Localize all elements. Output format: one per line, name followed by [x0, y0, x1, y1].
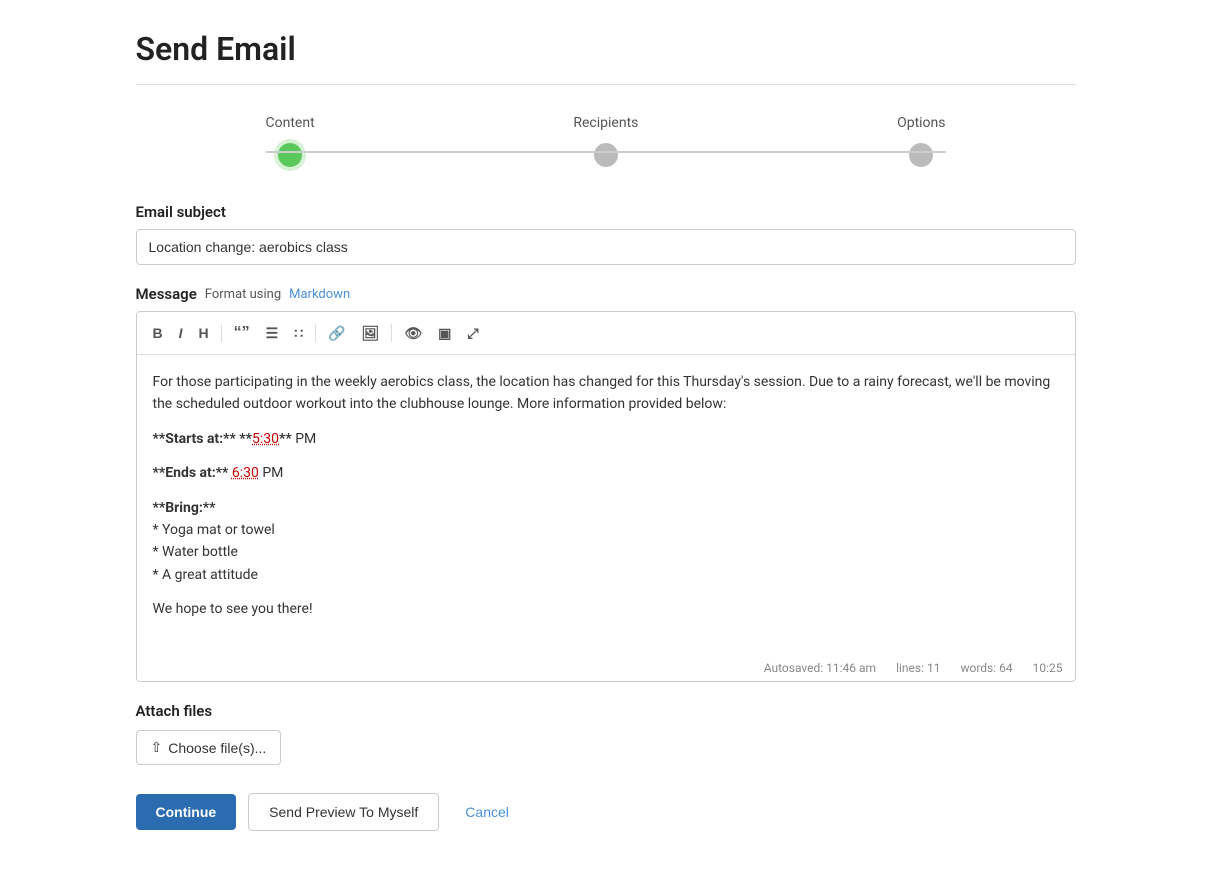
- email-subject-label: Email subject: [136, 203, 1076, 221]
- toolbar-split-button[interactable]: ▣: [432, 321, 457, 346]
- choose-files-label: Choose file(s)...: [168, 740, 266, 756]
- send-preview-button[interactable]: Send Preview To Myself: [248, 793, 439, 831]
- toolbar-italic-button[interactable]: I: [173, 321, 189, 345]
- step-options-dot: [909, 143, 933, 167]
- choose-files-button[interactable]: ⇧ Choose file(s)...: [136, 730, 282, 765]
- step-content-dot: [278, 143, 302, 167]
- step-content: Content: [266, 115, 315, 167]
- fullscreen-icon: ⤢: [467, 325, 478, 342]
- message-bring: **Bring:** * Yoga mat or towel * Water b…: [153, 497, 1059, 587]
- format-text: Format using: [205, 287, 281, 302]
- link-icon: 🔗: [328, 325, 345, 342]
- italic-icon: I: [179, 325, 183, 341]
- message-label: Message: [136, 285, 197, 303]
- toolbar-unordered-list-button[interactable]: ☰: [260, 321, 285, 346]
- toolbar-link-button[interactable]: 🔗: [322, 321, 351, 346]
- time-display: 10:25: [1033, 661, 1063, 675]
- toolbar-image-button[interactable]: 🖼: [356, 321, 386, 346]
- editor-body[interactable]: For those participating in the weekly ae…: [137, 355, 1075, 655]
- step-content-label: Content: [266, 115, 315, 131]
- preview-icon: 👁: [404, 325, 422, 342]
- toolbar-quote-button[interactable]: “”: [228, 320, 256, 346]
- toolbar-separator-1: [221, 324, 222, 342]
- markdown-link[interactable]: Markdown: [289, 287, 350, 302]
- step-options-label: Options: [897, 115, 945, 131]
- page-title: Send Email: [136, 30, 1076, 68]
- step-options: Options: [897, 115, 945, 167]
- split-icon: ▣: [438, 325, 451, 342]
- email-subject-input[interactable]: [136, 229, 1076, 265]
- editor-toolbar: B I H “” ☰ ∷ �: [137, 312, 1075, 355]
- step-recipients-label: Recipients: [573, 115, 638, 131]
- bold-icon: B: [153, 325, 163, 341]
- continue-button[interactable]: Continue: [136, 794, 237, 830]
- step-recipients: Recipients: [573, 115, 638, 167]
- stepper: Content Recipients Options: [136, 115, 1076, 167]
- message-ends-at: **Ends at:** 6:30 PM: [153, 462, 1059, 484]
- heading-icon: H: [199, 325, 209, 341]
- message-paragraph-1: For those participating in the weekly ae…: [153, 371, 1059, 416]
- message-section: Message Format using Markdown B I H “”: [136, 285, 1076, 682]
- toolbar-ordered-list-button[interactable]: ∷: [288, 321, 309, 346]
- editor-container: B I H “” ☰ ∷ �: [136, 311, 1076, 682]
- stepper-track: [266, 151, 946, 153]
- action-row: Continue Send Preview To Myself Cancel: [136, 793, 1076, 831]
- cancel-button[interactable]: Cancel: [451, 794, 523, 830]
- quote-icon: “”: [234, 324, 250, 342]
- toolbar-separator-3: [391, 324, 392, 342]
- words-count: words: 64: [960, 661, 1012, 675]
- toolbar-separator-2: [315, 324, 316, 342]
- editor-status-bar: Autosaved: 11:46 am lines: 11 words: 64 …: [137, 655, 1075, 681]
- upload-icon: ⇧: [151, 739, 163, 756]
- message-starts-at: **Starts at:** **5:30** PM: [153, 428, 1059, 450]
- unordered-list-icon: ☰: [266, 325, 279, 342]
- step-recipients-dot: [594, 143, 618, 167]
- attach-files-section: Attach files ⇧ Choose file(s)...: [136, 702, 1076, 765]
- message-closing: We hope to see you there!: [153, 598, 1059, 620]
- lines-count: lines: 11: [896, 661, 940, 675]
- attach-files-label: Attach files: [136, 702, 1076, 720]
- title-divider: [136, 84, 1076, 85]
- toolbar-preview-button[interactable]: 👁: [398, 321, 428, 346]
- autosave-text: Autosaved: 11:46 am: [764, 661, 876, 675]
- toolbar-fullscreen-button[interactable]: ⤢: [461, 321, 484, 346]
- email-subject-section: Email subject: [136, 203, 1076, 265]
- toolbar-heading-button[interactable]: H: [193, 321, 215, 345]
- ordered-list-icon: ∷: [294, 325, 303, 342]
- image-icon: 🖼: [362, 325, 380, 342]
- toolbar-bold-button[interactable]: B: [147, 321, 169, 345]
